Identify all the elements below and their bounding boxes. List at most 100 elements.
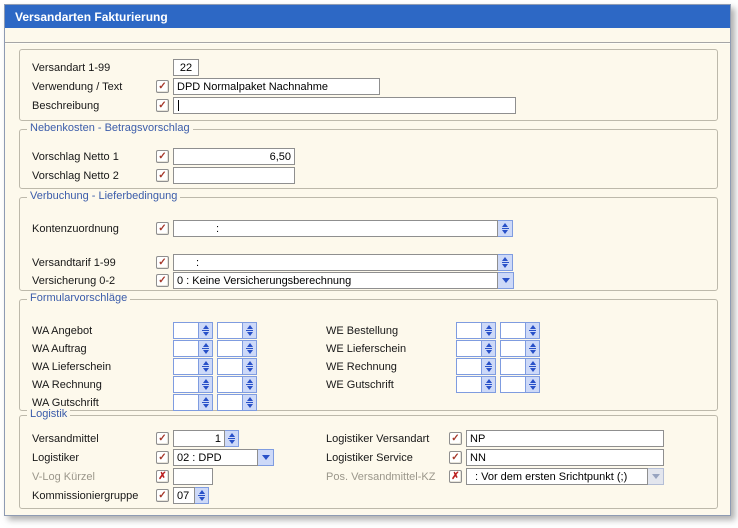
pos-versandmittel-select[interactable]: : Vor dem ersten Srichtpunkt (;) — [466, 468, 648, 485]
spinner-input[interactable] — [173, 322, 199, 339]
spinner-input[interactable] — [456, 376, 482, 393]
row-beschreibung: Beschreibung ✓ — [32, 97, 516, 114]
logistiker-versandart-input[interactable]: NP — [466, 430, 664, 447]
spinner-button[interactable] — [199, 394, 213, 411]
spinner-button[interactable] — [526, 376, 540, 393]
spinner-input[interactable] — [217, 322, 243, 339]
check-icon[interactable]: ✓ — [156, 489, 169, 502]
pos-versandmittel-dropdown-button[interactable] — [648, 468, 664, 485]
spinner-button[interactable] — [199, 358, 213, 375]
spinner-input[interactable] — [456, 322, 482, 339]
spinner-button[interactable] — [482, 358, 496, 375]
spinner-down-icon — [530, 332, 536, 336]
spinner-up-icon — [247, 361, 253, 365]
spinner-button[interactable] — [199, 340, 213, 357]
spinner-down-icon — [530, 386, 536, 390]
spinner-input[interactable] — [500, 322, 526, 339]
kommissioniergruppe-input[interactable]: 07 — [173, 487, 195, 504]
spinner-input[interactable] — [173, 394, 199, 411]
spinner-input[interactable] — [500, 340, 526, 357]
check-icon[interactable]: ✓ — [156, 222, 169, 235]
check-icon[interactable]: ✓ — [156, 274, 169, 287]
versicherung-dropdown-button[interactable] — [498, 272, 514, 289]
netto1-input[interactable]: 6,50 — [173, 148, 295, 165]
nebenkosten-section-title: Nebenkosten - Betragsvorschlag — [27, 122, 193, 134]
spinner-button[interactable] — [243, 376, 257, 393]
spinner-button[interactable] — [482, 322, 496, 339]
check-icon[interactable]: ✓ — [156, 169, 169, 182]
spinner-up-icon — [247, 325, 253, 329]
vlog-input[interactable] — [173, 468, 213, 485]
we-rechnung-label: WE Rechnung — [326, 361, 439, 373]
spinner-input[interactable] — [173, 376, 199, 393]
spinner-input[interactable] — [217, 358, 243, 375]
x-icon[interactable]: ✗ — [449, 470, 462, 483]
spinner-input[interactable] — [217, 340, 243, 357]
spinner-input[interactable] — [456, 358, 482, 375]
spinner-button[interactable] — [482, 376, 496, 393]
spinner-button[interactable] — [199, 376, 213, 393]
versicherung-select[interactable]: 0 : Keine Versicherungsberechnung — [173, 272, 498, 289]
spinner-down-icon — [229, 440, 235, 444]
spinner-up-icon — [247, 343, 253, 347]
spinner-button[interactable] — [243, 322, 257, 339]
versandtarif-spinner-button[interactable] — [498, 254, 513, 271]
netto2-input[interactable] — [173, 167, 295, 184]
spinner-button[interactable] — [243, 340, 257, 357]
check-icon[interactable]: ✓ — [156, 150, 169, 163]
spinner-button[interactable] — [199, 322, 213, 339]
spinner-down-icon — [199, 497, 205, 501]
spinner-button[interactable] — [526, 340, 540, 357]
logistiker-dropdown-button[interactable] — [258, 449, 274, 466]
logistiker-service-input[interactable]: NN — [466, 449, 664, 466]
spinner-input[interactable] — [173, 358, 199, 375]
kommissioniergruppe-spinner-button[interactable] — [195, 487, 209, 504]
row-we-lieferschein: WE Lieferschein — [326, 340, 540, 357]
versandmittel-spinner-button[interactable] — [225, 430, 239, 447]
spinner-input[interactable] — [173, 340, 199, 357]
spinner-input[interactable] — [500, 376, 526, 393]
row-logistiker-versandart: Logistiker Versandart ✓ NP — [326, 430, 664, 447]
group-general: Versandart 1-99 22 Verwendung / Text ✓ D… — [19, 49, 718, 121]
spinner-input[interactable] — [456, 340, 482, 357]
versandmittel-input[interactable]: 1 — [173, 430, 225, 447]
versandtarif-input[interactable]: : — [173, 254, 498, 271]
kontenzuordnung-spinner-button[interactable] — [498, 220, 513, 237]
verwendung-label: Verwendung / Text — [32, 81, 156, 93]
kontenzuordnung-input[interactable]: : — [173, 220, 498, 237]
spinner-up-icon — [247, 379, 253, 383]
versicherung-label: Versicherung 0-2 — [32, 275, 156, 287]
spinner-divider — [502, 228, 509, 229]
verbuchung-section-title: Verbuchung - Lieferbedingung — [27, 190, 180, 202]
spinner-down-icon — [247, 404, 253, 408]
spinner-divider — [529, 384, 536, 385]
spinner-up-icon — [203, 361, 209, 365]
check-icon[interactable]: ✓ — [156, 99, 169, 112]
spinner-down-icon — [502, 230, 508, 234]
beschreibung-label: Beschreibung — [32, 100, 156, 112]
form-spinner-pair — [456, 376, 496, 393]
verwendung-input[interactable]: DPD Normalpaket Nachnahme — [173, 78, 380, 95]
spinner-input[interactable] — [500, 358, 526, 375]
versandart-input[interactable]: 22 — [173, 59, 199, 76]
x-icon[interactable]: ✗ — [156, 470, 169, 483]
spinner-input[interactable] — [217, 376, 243, 393]
check-icon[interactable]: ✓ — [156, 451, 169, 464]
spinner-button[interactable] — [526, 322, 540, 339]
spinner-divider — [485, 366, 492, 367]
check-icon[interactable]: ✓ — [156, 256, 169, 269]
spinner-button[interactable] — [526, 358, 540, 375]
spinner-input[interactable] — [217, 394, 243, 411]
spinner-down-icon — [486, 368, 492, 372]
beschreibung-input[interactable] — [173, 97, 516, 114]
check-icon[interactable]: ✓ — [449, 432, 462, 445]
titlebar[interactable]: Versandarten Fakturierung — [5, 5, 730, 28]
spinner-button[interactable] — [243, 394, 257, 411]
spinner-button[interactable] — [482, 340, 496, 357]
check-icon[interactable]: ✓ — [449, 451, 462, 464]
logistiker-select[interactable]: 02 : DPD — [173, 449, 258, 466]
check-icon[interactable]: ✓ — [156, 80, 169, 93]
check-icon[interactable]: ✓ — [156, 432, 169, 445]
spinner-divider — [202, 402, 209, 403]
spinner-button[interactable] — [243, 358, 257, 375]
